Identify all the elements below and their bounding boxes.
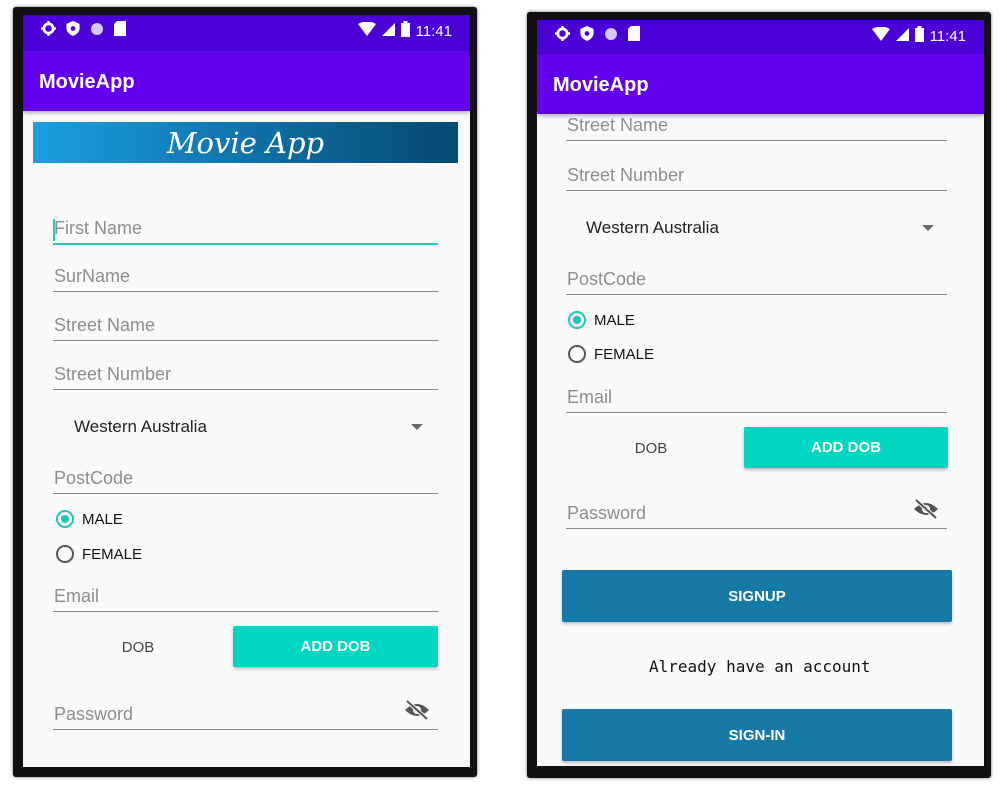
street-name-placeholder: Street Name (567, 115, 669, 135)
street-name-placeholder: Street Name (54, 315, 156, 335)
right-phone-frame: 11:41 Street Name MovieApp Street Number… (527, 12, 991, 778)
eye-off-icon[interactable] (913, 498, 939, 524)
already-have-account-text[interactable]: Already have an account (649, 657, 871, 676)
radio-female[interactable]: FEMALE (568, 345, 654, 363)
street-number-field[interactable]: Street Number (53, 351, 438, 390)
app-title: MovieApp (39, 71, 135, 93)
right-screen: 11:41 Street Name MovieApp Street Number… (537, 20, 984, 766)
clock-time: 11:41 (929, 27, 966, 45)
radio-female[interactable]: FEMALE (56, 545, 142, 563)
circle-icon (604, 27, 618, 45)
app-bar: MovieApp (23, 51, 470, 111)
password-field[interactable]: Password (53, 691, 438, 730)
postcode-placeholder: PostCode (567, 269, 647, 289)
wifi-icon (357, 21, 376, 40)
radio-male-indicator (568, 311, 586, 329)
circle-icon (90, 22, 104, 40)
email-field[interactable]: Email (566, 374, 947, 413)
left-screen: 11:41 MovieApp Movie App First Name SurN… (23, 15, 470, 767)
street-number-placeholder: Street Number (567, 165, 685, 185)
status-icons-left (41, 21, 126, 40)
radio-female-indicator (56, 545, 74, 563)
banner-text: Movie App (166, 125, 325, 160)
state-spinner[interactable]: Western Australia (586, 218, 934, 242)
signal-icon (381, 22, 395, 40)
eye-off-icon[interactable] (404, 699, 430, 725)
surname-field[interactable]: SurName (53, 253, 438, 292)
battery-icon (914, 26, 924, 46)
signal-icon (895, 27, 909, 45)
radio-male-label: MALE (82, 510, 123, 528)
wifi-icon (871, 26, 890, 45)
battery-icon (400, 21, 410, 41)
first-name-field[interactable]: First Name (53, 205, 438, 245)
shield-icon (66, 21, 80, 40)
signin-button[interactable]: SIGN-IN (562, 709, 952, 761)
radio-male[interactable]: MALE (568, 311, 635, 329)
dropdown-arrow-icon (922, 225, 934, 231)
first-name-placeholder: First Name (54, 218, 143, 238)
app-title: MovieApp (553, 74, 649, 96)
clock-time: 11:41 (415, 22, 452, 40)
postcode-field[interactable]: PostCode (53, 455, 438, 494)
movie-app-banner: Movie App (33, 122, 458, 163)
status-icons-right: 11:41 (871, 26, 966, 46)
radio-female-label: FEMALE (82, 545, 143, 563)
app-bar: MovieApp (537, 54, 984, 114)
add-dob-button[interactable]: ADD DOB (744, 427, 948, 468)
surname-placeholder: SurName (54, 266, 131, 286)
gear-icon (41, 21, 56, 40)
radio-male[interactable]: MALE (56, 510, 123, 528)
password-placeholder: Password (54, 704, 134, 724)
state-selected-value: Western Australia (586, 218, 719, 237)
radio-male-label: MALE (594, 311, 635, 329)
dob-button[interactable]: DOB (616, 440, 686, 457)
email-placeholder: Email (567, 387, 613, 407)
postcode-placeholder: PostCode (54, 468, 134, 488)
password-field[interactable]: Password (566, 490, 947, 529)
dropdown-arrow-icon (411, 424, 423, 430)
email-placeholder: Email (54, 586, 100, 606)
add-dob-button[interactable]: ADD DOB (233, 626, 438, 667)
radio-female-label: FEMALE (594, 345, 655, 363)
sim-card-icon (114, 21, 126, 40)
status-bar: 11:41 (537, 20, 984, 54)
password-placeholder: Password (567, 503, 647, 523)
gear-icon (555, 26, 570, 45)
street-number-placeholder: Street Number (54, 364, 172, 384)
postcode-field[interactable]: PostCode (566, 256, 947, 295)
status-bar: 11:41 (23, 15, 470, 51)
status-icons-right: 11:41 (357, 21, 452, 41)
status-icons-left (555, 26, 640, 45)
street-name-field[interactable]: Street Name (53, 302, 438, 341)
radio-male-indicator (56, 510, 74, 528)
sim-card-icon (628, 26, 640, 45)
street-number-field[interactable]: Street Number (566, 152, 947, 191)
signup-button[interactable]: SIGNUP (562, 570, 952, 622)
left-phone-frame: 11:41 MovieApp Movie App First Name SurN… (13, 7, 477, 777)
dob-button[interactable]: DOB (103, 639, 173, 656)
shield-icon (580, 26, 594, 45)
state-spinner[interactable]: Western Australia (74, 417, 424, 441)
email-field[interactable]: Email (53, 573, 438, 612)
state-selected-value: Western Australia (74, 417, 207, 436)
radio-female-indicator (568, 345, 586, 363)
